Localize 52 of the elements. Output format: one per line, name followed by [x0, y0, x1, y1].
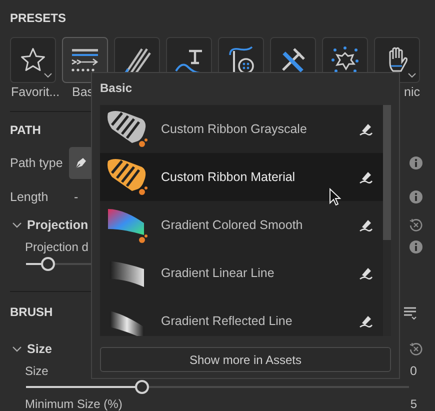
preset-label: nic — [403, 84, 420, 100]
info-icon[interactable] — [409, 240, 423, 254]
section-title: BRUSH — [10, 304, 53, 320]
reset-icon[interactable] — [409, 342, 423, 356]
preset-name: Gradient Linear Line — [161, 266, 274, 280]
preset-item[interactable]: Custom Ribbon Grayscale — [100, 105, 383, 153]
chevron-icon[interactable] — [12, 220, 22, 230]
scrollbar-thumb[interactable] — [383, 105, 391, 240]
mouse-pointer-icon — [329, 188, 341, 206]
pen-icon — [74, 156, 88, 170]
field-value: - — [73, 190, 78, 204]
field-value: 5 — [410, 398, 418, 410]
pen-edit-icon[interactable] — [358, 217, 374, 233]
preset-item[interactable]: Gradient Linear Line — [100, 249, 383, 297]
field-label: Projection d — [24, 240, 88, 254]
preset-item[interactable]: Gradient Colored Smooth — [100, 201, 383, 249]
preset-item[interactable]: Gradient Reflected Line — [100, 297, 383, 336]
preset-name: Custom Ribbon Material — [161, 170, 296, 184]
preset-label: Favorit... — [10, 84, 56, 100]
popup-title: Basic — [100, 80, 134, 96]
path-type-button[interactable] — [69, 147, 93, 179]
field-label: Minimum Size (%) — [24, 398, 122, 410]
info-icon[interactable] — [409, 190, 423, 204]
filter-menu-icon[interactable] — [403, 306, 417, 320]
preset-name: Gradient Reflected Line — [161, 314, 292, 328]
field-label: Path type — [10, 156, 64, 170]
burst-icon — [330, 45, 360, 75]
slider-thumb[interactable] — [134, 380, 148, 394]
field-label: Length — [10, 190, 50, 204]
pen-edit-icon[interactable] — [358, 265, 374, 281]
pen-edit-icon[interactable] — [358, 121, 374, 137]
star-icon — [19, 46, 47, 74]
subsection-title: Projection — [27, 218, 88, 232]
preset-tile[interactable] — [10, 37, 56, 83]
subsection-title: Size — [27, 342, 52, 356]
section-title: PATH — [10, 122, 41, 138]
scrollbar[interactable] — [383, 105, 391, 336]
info-icon[interactable] — [409, 156, 423, 170]
chevron-icon[interactable] — [12, 344, 22, 354]
pen-edit-icon[interactable] — [358, 169, 374, 185]
field-value: 0 — [410, 364, 418, 378]
reset-icon[interactable] — [409, 218, 423, 232]
section-title: PRESETS — [10, 10, 66, 26]
slider-thumb[interactable] — [40, 257, 55, 271]
pen-edit-icon[interactable] — [358, 313, 374, 329]
preset-name: Gradient Colored Smooth — [161, 218, 303, 232]
preset-item[interactable]: Custom Ribbon Material — [100, 153, 383, 201]
preset-name: Custom Ribbon Grayscale — [161, 122, 307, 136]
preset-tile[interactable] — [62, 37, 108, 83]
needle-button-icon — [226, 45, 256, 75]
field-label: Size — [24, 364, 48, 378]
show-more-button[interactable]: Show more in Assets — [100, 347, 391, 372]
